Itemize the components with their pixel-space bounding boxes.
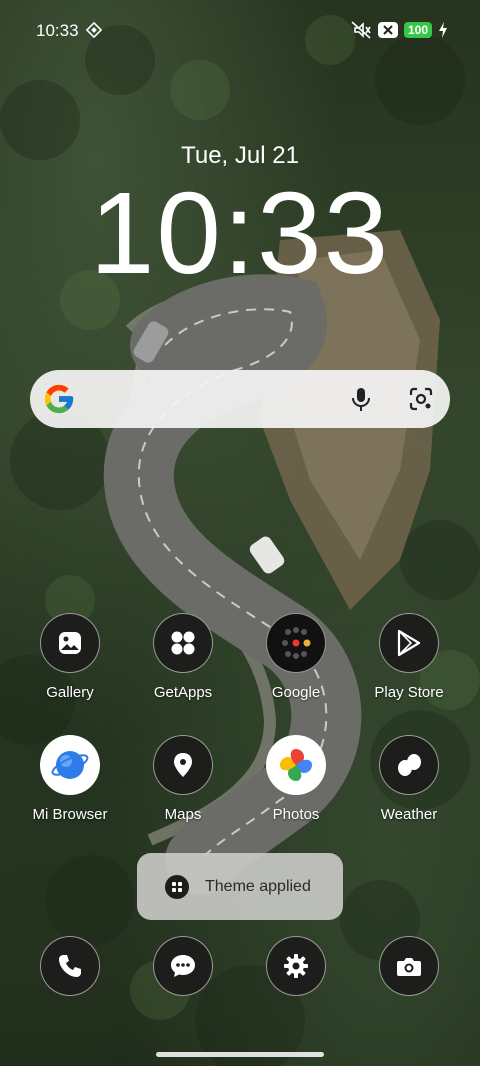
dock-messages[interactable] (153, 936, 213, 996)
app-label: GetApps (153, 684, 213, 701)
camera-icon (397, 958, 421, 976)
mi-browser-icon (40, 735, 100, 795)
widget-clock[interactable]: 10:33 (0, 168, 480, 298)
voice-search-icon[interactable] (348, 386, 374, 412)
widget-date[interactable]: Tue, Jul 21 (0, 142, 480, 170)
gallery-icon (40, 613, 100, 673)
battery-indicator: 100 (403, 22, 432, 38)
app-label: Photos (272, 806, 320, 823)
app-gallery[interactable]: Gallery (15, 613, 125, 701)
status-bar: 10:33 100 (0, 0, 480, 62)
app-label: Play Store (374, 684, 444, 701)
app-photos[interactable]: Photos (241, 735, 351, 823)
gesture-navigation-handle[interactable] (156, 1052, 324, 1057)
app-weather[interactable]: Weather (354, 735, 464, 823)
photos-icon (266, 735, 326, 795)
weather-icon (379, 735, 439, 795)
notification-icon (86, 22, 102, 38)
app-google-folder[interactable]: Google (241, 613, 351, 701)
theme-icon (165, 874, 189, 899)
app-mi-browser[interactable]: Mi Browser (15, 735, 125, 823)
charging-icon (439, 22, 447, 38)
dock-phone[interactable] (40, 936, 100, 996)
app-label: Mi Browser (32, 806, 108, 823)
app-label: Google (271, 684, 321, 701)
toast-text: Theme applied (205, 877, 311, 895)
app-maps[interactable]: Maps (128, 735, 238, 823)
google-lens-icon[interactable] (408, 386, 434, 412)
getapps-icon (153, 613, 213, 673)
app-getapps[interactable]: GetApps (128, 613, 238, 701)
google-folder-icon (266, 613, 326, 673)
mute-icon (351, 21, 371, 39)
phone-icon (59, 955, 81, 977)
settings-icon (284, 954, 308, 978)
status-icons: 100 (350, 20, 448, 40)
google-search-bar[interactable] (30, 370, 450, 428)
app-label: Maps (164, 806, 202, 823)
play-store-icon (379, 613, 439, 673)
x-notification-icon (377, 22, 398, 38)
maps-icon (153, 735, 213, 795)
toast-notification: Theme applied (137, 853, 343, 920)
status-time: 10:33 (36, 21, 79, 40)
app-play-store[interactable]: Play Store (354, 613, 464, 701)
dock-settings[interactable] (266, 936, 326, 996)
app-label: Weather (380, 806, 438, 823)
messages-icon (171, 955, 195, 977)
dock-camera[interactable] (379, 936, 439, 996)
google-g-icon (44, 384, 74, 414)
app-label: Gallery (46, 684, 94, 701)
